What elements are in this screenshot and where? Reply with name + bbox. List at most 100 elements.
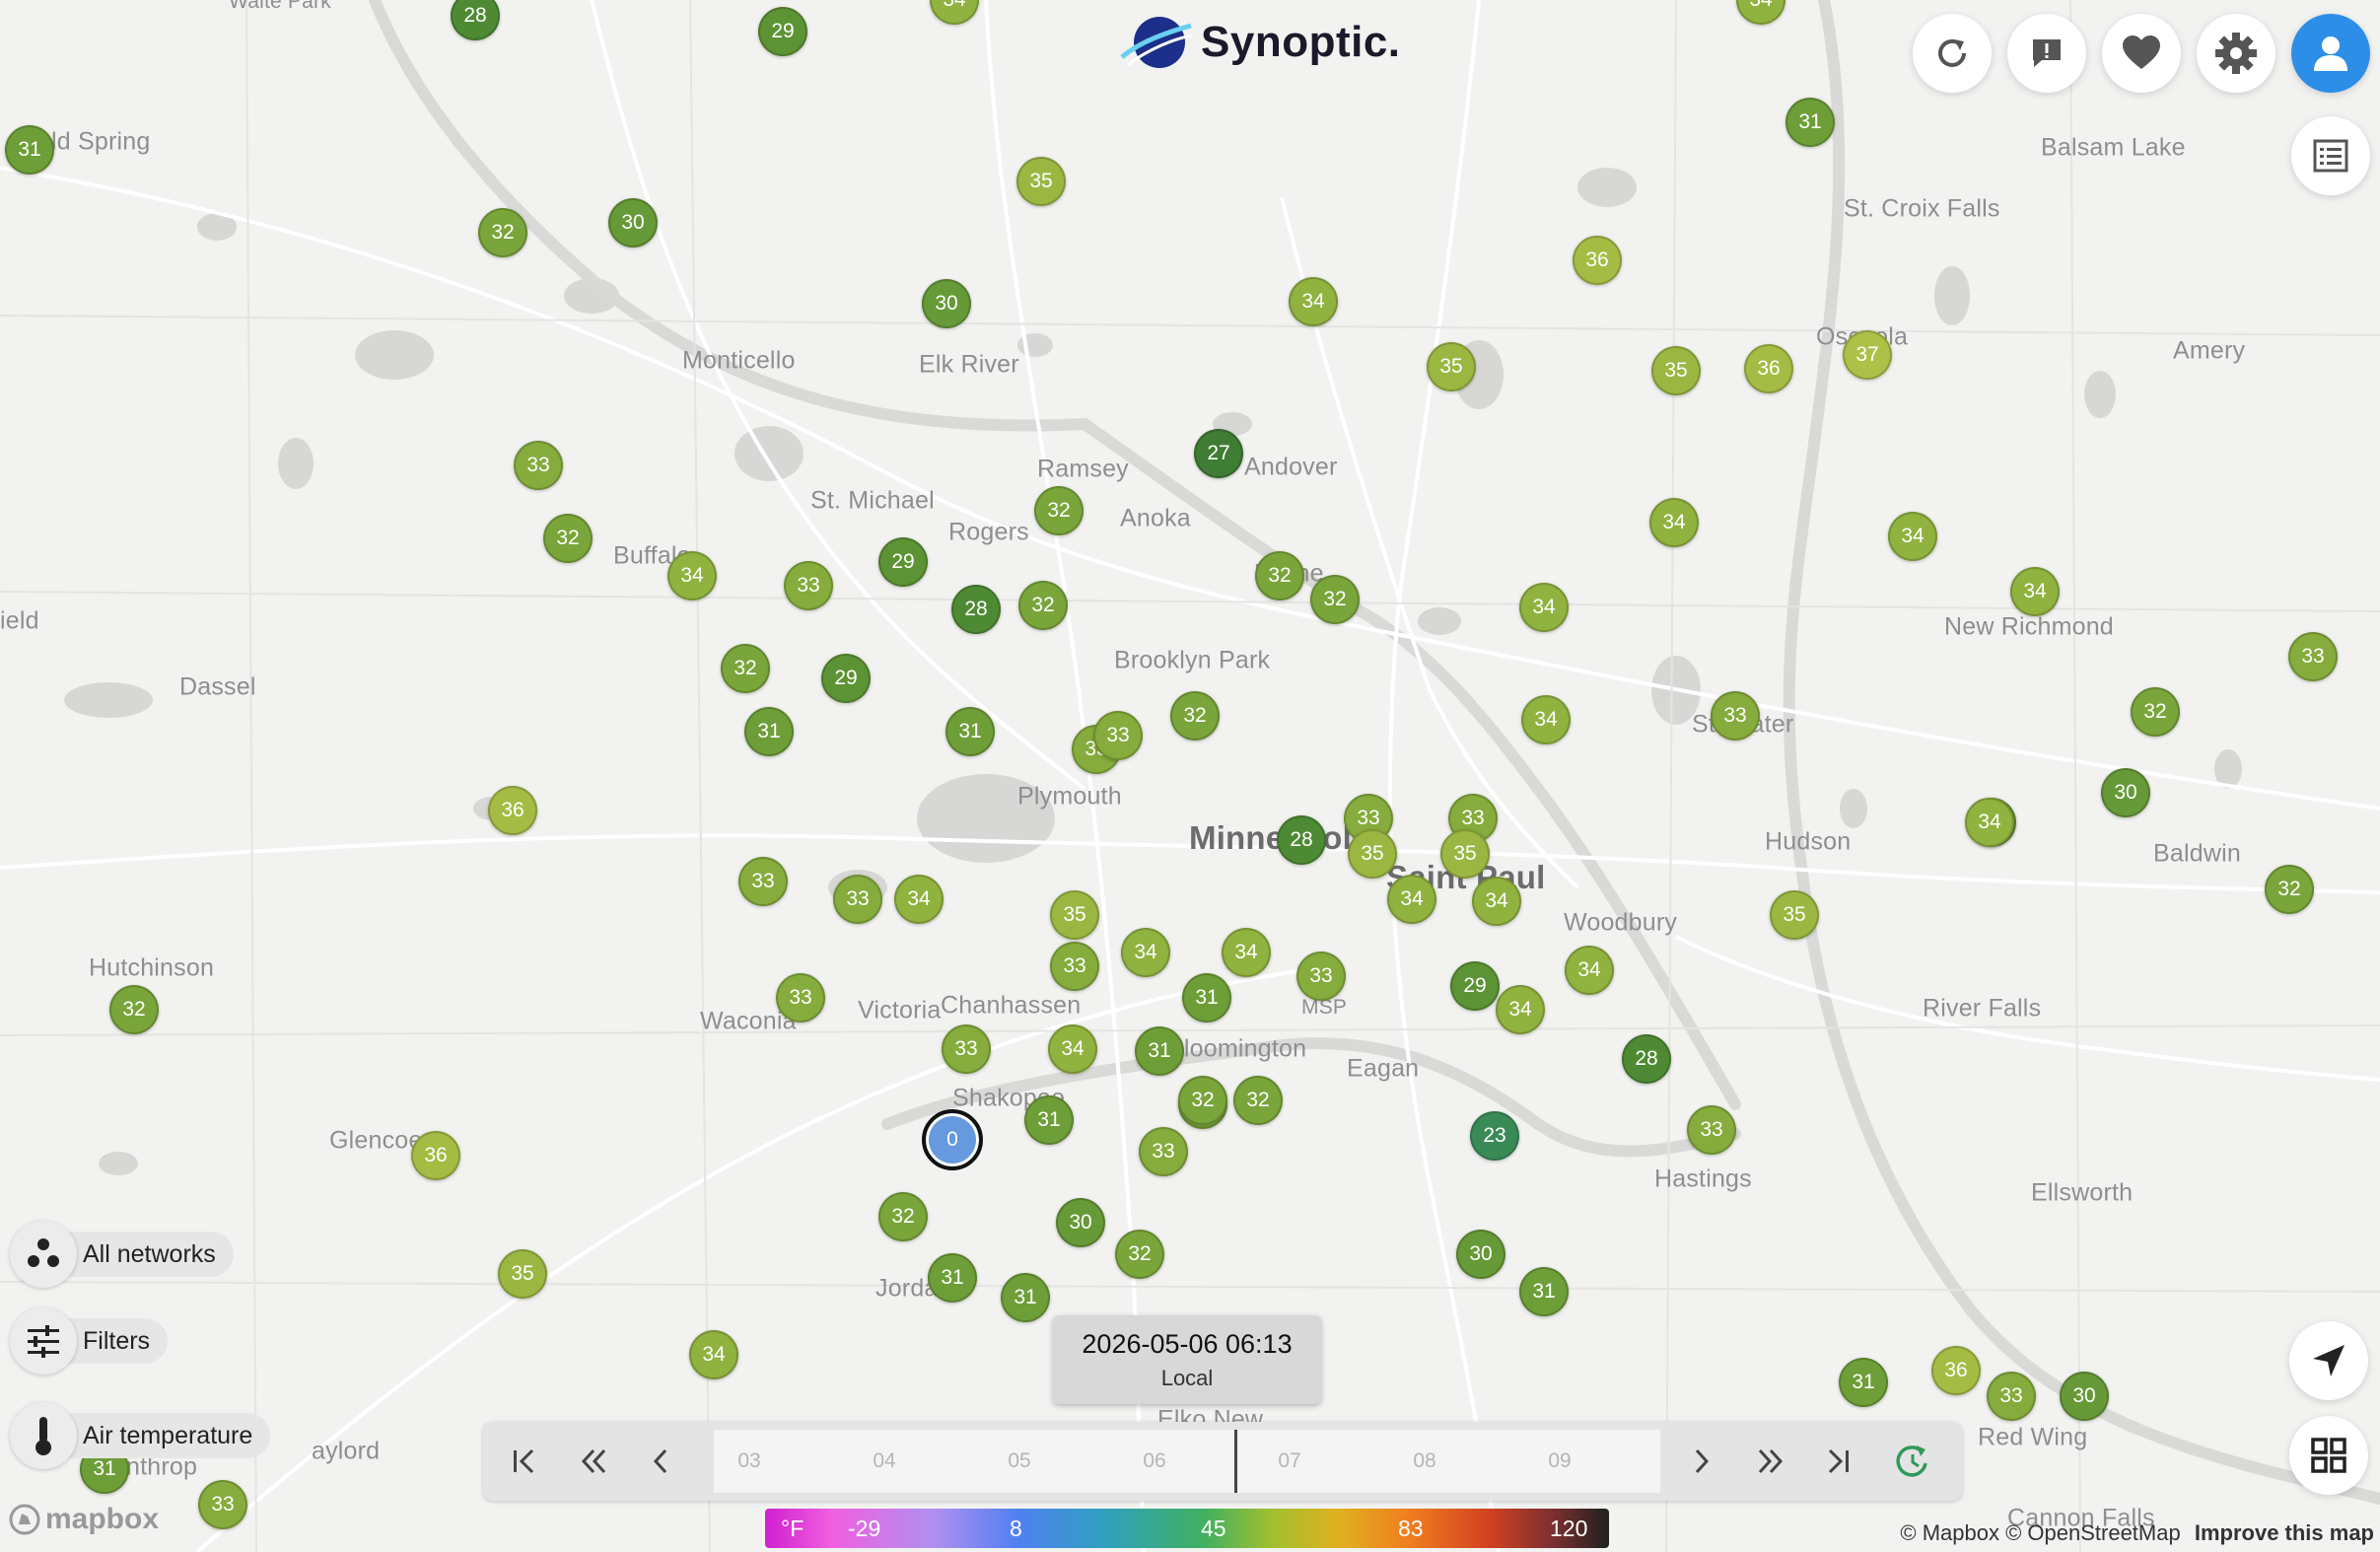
- station-marker[interactable]: 32: [1034, 486, 1084, 535]
- station-marker[interactable]: 31: [1135, 1026, 1184, 1076]
- station-marker[interactable]: 34: [1888, 512, 1937, 561]
- station-marker[interactable]: 34: [1649, 498, 1699, 547]
- station-marker[interactable]: 34: [1565, 946, 1614, 995]
- station-marker[interactable]: 34: [667, 551, 717, 600]
- station-marker[interactable]: 33: [833, 875, 882, 924]
- station-marker[interactable]: 35: [1651, 346, 1701, 395]
- station-marker[interactable]: 35: [1348, 829, 1397, 879]
- station-marker[interactable]: 33: [942, 1024, 991, 1074]
- station-marker[interactable]: 32: [1178, 1076, 1227, 1125]
- timeline-track[interactable]: 03 04 05 06 07 08 09: [714, 1430, 1660, 1493]
- station-marker[interactable]: 33: [2288, 632, 2338, 681]
- variable-control[interactable]: Air temperature: [10, 1402, 271, 1469]
- account-button[interactable]: [2291, 14, 2370, 93]
- layers-button[interactable]: [2289, 1416, 2368, 1495]
- station-marker[interactable]: 31: [1785, 98, 1835, 147]
- station-marker[interactable]: 23: [1470, 1111, 1519, 1161]
- step-forward-button[interactable]: [1672, 1432, 1731, 1491]
- station-marker[interactable]: 37: [1843, 330, 1892, 380]
- attribution-text[interactable]: © Mapbox © OpenStreetMap: [1900, 1520, 2180, 1545]
- station-marker[interactable]: 34: [689, 1330, 738, 1379]
- station-marker[interactable]: 34: [894, 875, 944, 924]
- station-marker[interactable]: 32: [2265, 865, 2314, 914]
- station-marker[interactable]: 32: [2131, 687, 2180, 737]
- station-marker[interactable]: 28: [951, 585, 1001, 634]
- timeline-cursor[interactable]: [1234, 1430, 1237, 1493]
- station-marker[interactable]: 32: [1310, 575, 1360, 624]
- mapbox-logo[interactable]: mapbox: [8, 1503, 159, 1536]
- station-marker[interactable]: 32: [1170, 691, 1220, 741]
- station-marker[interactable]: 31: [1182, 973, 1231, 1023]
- station-marker[interactable]: 35: [1770, 890, 1819, 940]
- improve-map-link[interactable]: Improve this map: [2195, 1520, 2374, 1545]
- station-marker[interactable]: 36: [488, 786, 537, 835]
- settings-button[interactable]: [2197, 14, 2275, 93]
- station-marker[interactable]: 33: [1987, 1372, 2036, 1421]
- station-marker[interactable]: 32: [1255, 551, 1304, 600]
- station-marker[interactable]: 35: [1427, 342, 1476, 391]
- station-marker[interactable]: 33: [738, 857, 788, 906]
- station-marker[interactable]: 34: [1289, 277, 1338, 326]
- station-marker[interactable]: 33: [784, 561, 833, 610]
- station-marker[interactable]: 36: [1573, 236, 1622, 285]
- station-marker[interactable]: 31: [744, 707, 794, 756]
- station-marker[interactable]: 33: [1687, 1105, 1736, 1155]
- step-back-large-button[interactable]: [564, 1432, 623, 1491]
- station-marker[interactable]: 36: [1931, 1346, 1981, 1395]
- station-marker[interactable]: 30: [922, 279, 971, 328]
- station-marker[interactable]: 33: [1711, 691, 1760, 741]
- station-marker[interactable]: 33: [776, 973, 825, 1023]
- filters-control[interactable]: Filters: [10, 1307, 169, 1375]
- station-marker[interactable]: 31: [928, 1253, 977, 1303]
- station-marker[interactable]: 34: [1387, 875, 1436, 924]
- station-marker[interactable]: 36: [411, 1131, 460, 1180]
- station-marker[interactable]: 30: [1056, 1198, 1105, 1247]
- station-marker[interactable]: 35: [498, 1249, 547, 1299]
- station-marker[interactable]: 28: [1277, 815, 1326, 865]
- station-marker[interactable]: 34: [1519, 583, 1569, 632]
- station-marker[interactable]: 32: [1018, 581, 1068, 630]
- station-marker[interactable]: 34: [2010, 567, 2060, 616]
- realtime-button[interactable]: [1883, 1432, 1942, 1491]
- station-marker[interactable]: 29: [821, 654, 871, 703]
- station-marker[interactable]: 32: [1115, 1230, 1164, 1279]
- station-marker[interactable]: 33: [1093, 711, 1143, 760]
- station-marker[interactable]: 28: [1622, 1034, 1671, 1084]
- station-marker[interactable]: 33: [1139, 1127, 1188, 1176]
- selected-station-marker[interactable]: 0: [922, 1109, 983, 1170]
- favorites-button[interactable]: [2102, 14, 2181, 93]
- station-marker[interactable]: 31: [1001, 1273, 1050, 1322]
- station-marker[interactable]: 32: [721, 644, 770, 693]
- last-frame-button[interactable]: [1808, 1432, 1867, 1491]
- station-marker[interactable]: 30: [1456, 1230, 1505, 1279]
- first-frame-button[interactable]: [495, 1432, 554, 1491]
- station-marker[interactable]: 35: [1016, 157, 1066, 206]
- station-marker[interactable]: 30: [2060, 1372, 2109, 1421]
- synoptic-logo[interactable]: Synoptic.: [1120, 12, 1401, 73]
- station-marker[interactable]: 30: [608, 198, 658, 247]
- step-back-button[interactable]: [631, 1432, 690, 1491]
- step-forward-large-button[interactable]: [1741, 1432, 1800, 1491]
- station-marker[interactable]: 33: [1296, 952, 1346, 1001]
- station-marker[interactable]: 33: [1050, 942, 1099, 991]
- station-marker[interactable]: 32: [109, 985, 159, 1034]
- feedback-button[interactable]: [2007, 14, 2086, 93]
- station-marker[interactable]: 34: [1472, 877, 1521, 926]
- station-marker[interactable]: 32: [878, 1192, 928, 1241]
- station-marker[interactable]: 29: [1450, 961, 1500, 1011]
- station-marker[interactable]: 33: [198, 1480, 247, 1529]
- station-marker[interactable]: 31: [1024, 1095, 1074, 1145]
- station-marker[interactable]: 34: [1496, 985, 1545, 1034]
- station-marker[interactable]: 34: [1048, 1024, 1097, 1074]
- station-marker[interactable]: 34: [1965, 798, 2014, 847]
- station-marker[interactable]: 32: [478, 208, 527, 257]
- station-marker[interactable]: 34: [1222, 928, 1271, 977]
- station-marker[interactable]: 31: [945, 707, 995, 756]
- station-list-button[interactable]: [2291, 116, 2370, 195]
- refresh-button[interactable]: [1913, 14, 1992, 93]
- station-marker[interactable]: 29: [878, 537, 928, 587]
- station-marker[interactable]: 35: [1050, 890, 1099, 940]
- station-marker[interactable]: 35: [1440, 829, 1490, 879]
- station-marker[interactable]: 31: [1519, 1267, 1569, 1316]
- networks-control[interactable]: All networks: [10, 1221, 234, 1288]
